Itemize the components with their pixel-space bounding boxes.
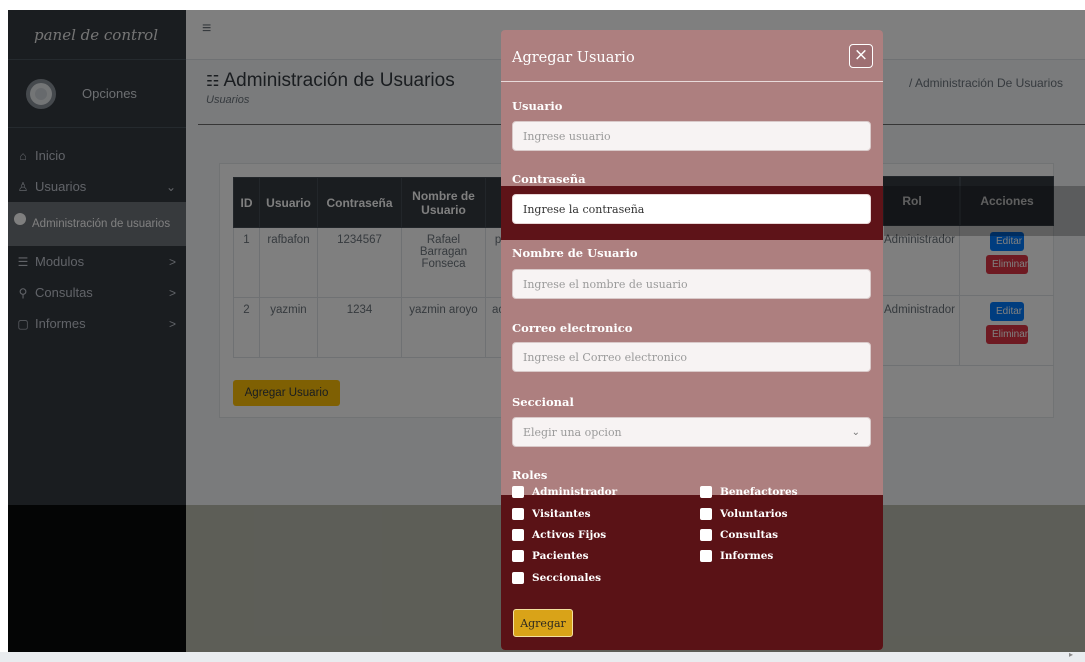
role-label: Voluntarios <box>720 508 788 520</box>
roles-label: Roles <box>512 468 548 482</box>
usuario-label: Usuario <box>512 99 563 113</box>
role-checkbox-activos-fijos[interactable]: Activos Fijos <box>512 529 606 541</box>
contrasena-input[interactable] <box>512 194 871 224</box>
usuario-input[interactable] <box>512 121 871 151</box>
correo-input[interactable] <box>512 342 871 372</box>
checkbox-icon[interactable] <box>512 529 524 541</box>
overlay-band-dark <box>8 505 186 652</box>
checkbox-icon[interactable] <box>512 486 524 498</box>
contrasena-label: Contraseña <box>512 172 586 186</box>
modal-title: Agregar Usuario <box>512 50 635 66</box>
agregar-button[interactable]: Agregar <box>513 609 573 637</box>
role-label: Visitantes <box>532 508 591 520</box>
checkbox-icon[interactable] <box>700 486 712 498</box>
close-icon[interactable]: × <box>849 44 873 68</box>
add-user-modal: Agregar Usuario × Usuario Contraseña Nom… <box>501 30 883 650</box>
checkbox-icon[interactable] <box>700 508 712 520</box>
role-label: Administrador <box>532 486 618 498</box>
chevron-down-icon: ⌄ <box>851 426 860 438</box>
role-checkbox-seccionales[interactable]: Seccionales <box>512 572 601 584</box>
seccional-label: Seccional <box>512 395 574 409</box>
role-checkbox-benefactores[interactable]: Benefactores <box>700 486 798 498</box>
role-checkbox-administrador[interactable]: Administrador <box>512 486 617 498</box>
seccional-value: Elegir una opcion <box>523 425 622 439</box>
role-checkbox-visitantes[interactable]: Visitantes <box>512 508 591 520</box>
role-checkbox-pacientes[interactable]: Pacientes <box>512 550 589 562</box>
overlay-strip <box>884 186 1085 236</box>
checkbox-icon[interactable] <box>700 529 712 541</box>
role-label: Activos Fijos <box>532 529 607 541</box>
role-checkbox-consultas[interactable]: Consultas <box>700 529 778 541</box>
correo-label: Correo electronico <box>512 321 633 335</box>
horizontal-scrollbar[interactable]: ▸ <box>0 650 1085 662</box>
checkbox-icon[interactable] <box>700 550 712 562</box>
checkbox-icon[interactable] <box>512 550 524 562</box>
role-checkbox-informes[interactable]: Informes <box>700 550 773 562</box>
role-label: Informes <box>720 550 774 562</box>
scroll-arrow-icon[interactable]: ▸ <box>1069 650 1073 659</box>
checkbox-icon[interactable] <box>512 572 524 584</box>
role-checkbox-voluntarios[interactable]: Voluntarios <box>700 508 788 520</box>
modal-header: Agregar Usuario × <box>501 30 883 82</box>
seccional-select[interactable]: Elegir una opcion ⌄ <box>512 417 871 447</box>
role-label: Consultas <box>720 529 779 541</box>
checkbox-icon[interactable] <box>512 508 524 520</box>
role-label: Pacientes <box>532 550 589 562</box>
nombre-input[interactable] <box>512 269 871 299</box>
nombre-label: Nombre de Usuario <box>512 246 638 260</box>
role-label: Seccionales <box>532 572 602 584</box>
role-label: Benefactores <box>720 486 798 498</box>
